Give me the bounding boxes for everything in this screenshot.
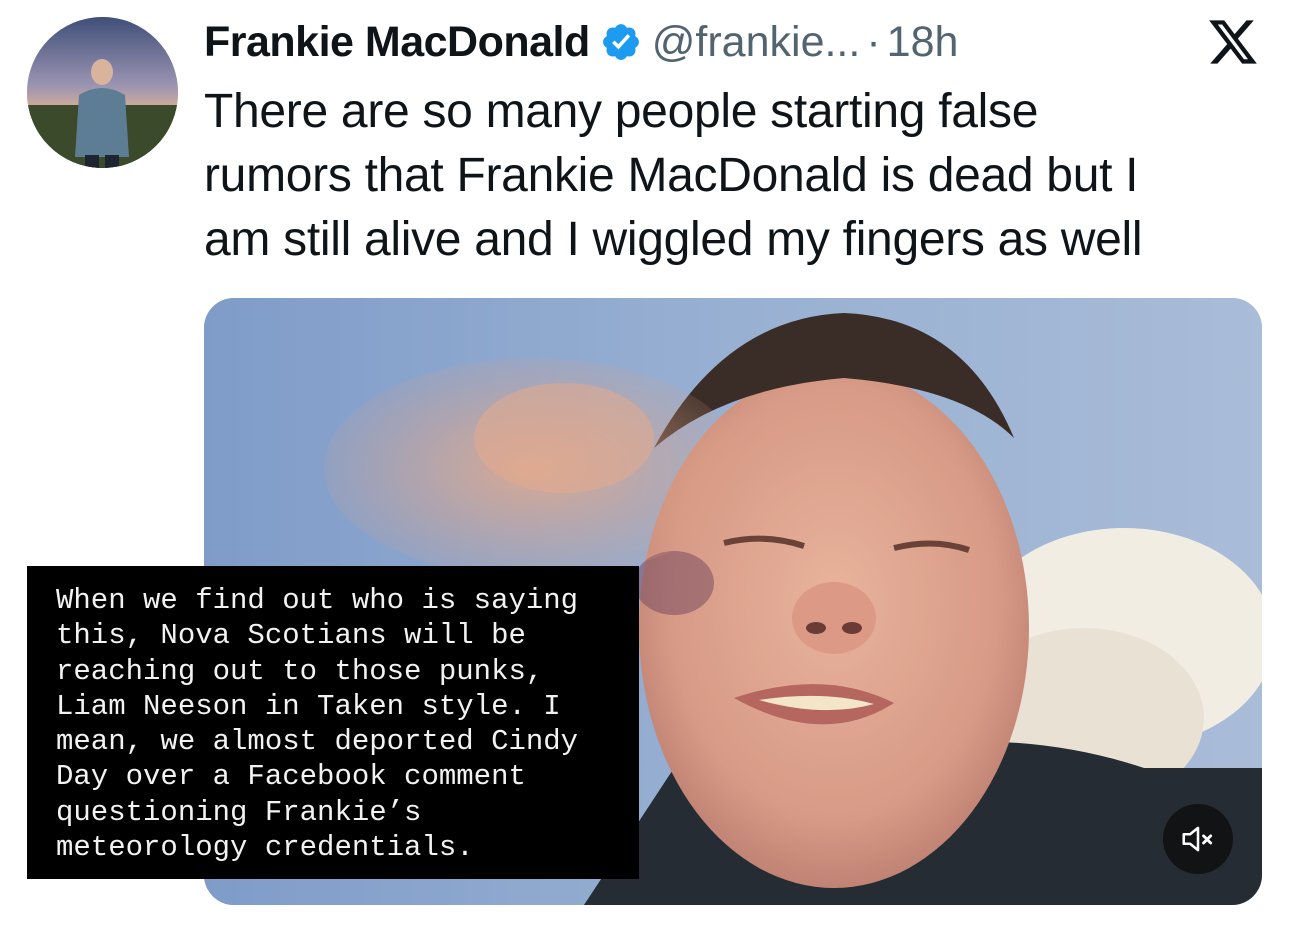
handle[interactable]: @frankie... — [652, 18, 861, 67]
display-name[interactable]: Frankie MacDonald — [204, 18, 590, 67]
caption-line: this, Nova Scotians will be — [56, 619, 526, 653]
caption-line: reaching out to those punks, — [56, 654, 544, 688]
caption-overlay: When we find out who is saying this, Nov… — [27, 566, 639, 879]
x-logo-icon — [1207, 18, 1259, 66]
verified-badge-icon — [600, 21, 642, 63]
speaker-muted-icon — [1182, 826, 1213, 852]
caption-line: Day over a Facebook comment — [56, 760, 526, 794]
caption-line: questioning Frankie’s — [56, 795, 422, 829]
caption-line: meteorology credentials. — [56, 831, 474, 865]
mute-toggle-button[interactable] — [1163, 804, 1233, 874]
tweet-text: There are so many people starting false … — [204, 80, 1264, 272]
avatar-image — [27, 17, 178, 168]
tweet-text-line: There are so many people starting false — [204, 85, 1039, 138]
tweet-screenshot: Frankie MacDonald @frankie... · 18h Ther… — [0, 0, 1290, 933]
separator-dot: · — [866, 17, 881, 66]
caption-line: When we find out who is saying — [56, 584, 579, 617]
avatar[interactable] — [27, 17, 178, 168]
tweet-header: Frankie MacDonald @frankie... · 18h — [204, 14, 958, 70]
caption-line: Liam Neeson in Taken style. I — [56, 689, 561, 723]
caption-line: mean, we almost deported Cindy — [56, 725, 579, 759]
tweet-text-line: rumors that Frankie MacDonald is dead bu… — [204, 149, 1139, 202]
tweet-text-line: am still alive and I wiggled my fingers … — [204, 213, 1143, 266]
timestamp[interactable]: 18h — [887, 18, 959, 67]
